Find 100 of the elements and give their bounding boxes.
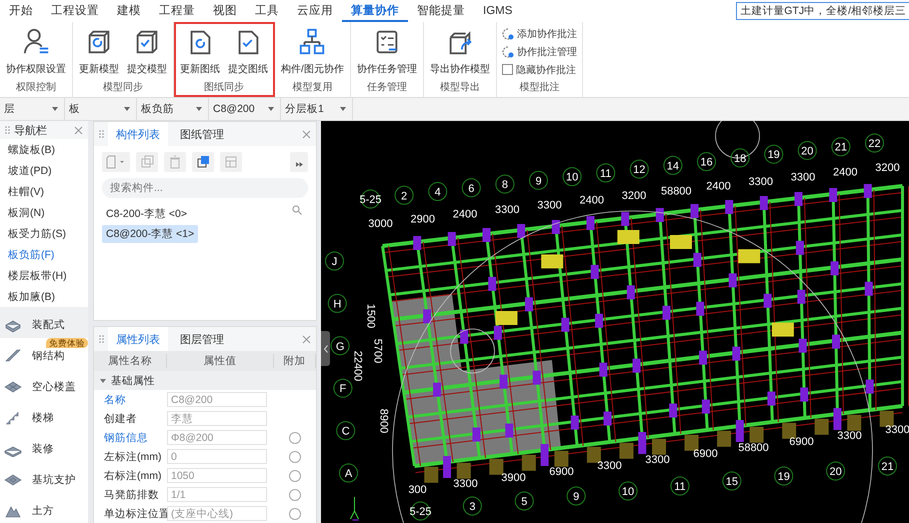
axis-label: G	[330, 336, 350, 356]
menu-tab[interactable]: 工具	[246, 0, 288, 22]
search-field[interactable]: 土建计量GTJ中，全楼/相邻楼层三	[736, 2, 909, 20]
menu-tab[interactable]: 开始	[0, 0, 42, 22]
property-name: 马凳筋排数	[103, 488, 160, 502]
menu-tab[interactable]: 视图	[204, 0, 246, 22]
axis-label: J	[325, 252, 344, 270]
menu-tab[interactable]: 工程设置	[42, 0, 108, 22]
nav-category[interactable]: 基坑支护	[0, 462, 88, 493]
comment-icon	[502, 46, 514, 58]
close-icon[interactable]	[302, 334, 311, 344]
more-button[interactable]	[290, 152, 308, 172]
panel-tab[interactable]: 图层管理	[172, 327, 232, 351]
dimension-label: 8900	[378, 408, 390, 434]
dropdown[interactable]: 层	[0, 98, 65, 120]
ribbon-button[interactable]: 更新模型	[76, 22, 122, 80]
dimension-label: 3200	[622, 190, 646, 202]
nav-category[interactable]: 空心楼盖	[0, 369, 88, 400]
attach-radio[interactable]	[289, 432, 301, 444]
axis-indicator-icon	[350, 496, 359, 520]
nav-item[interactable]: 楼层板带(H)	[0, 265, 88, 286]
axis-label: 5-25	[409, 502, 432, 520]
pit-icon	[4, 472, 22, 488]
property-name: 名称	[103, 392, 127, 406]
dropdown[interactable]: 板负筋	[137, 98, 209, 120]
nav-category[interactable]: 土方	[0, 493, 88, 523]
dimension-label: 2400	[833, 166, 858, 179]
ribbon-button[interactable]: 更新图纸	[177, 22, 223, 80]
axis-label: 21	[831, 137, 850, 156]
dimension-label: 5700	[372, 338, 384, 364]
ribbon-button[interactable]: 提交图纸	[225, 22, 271, 80]
panel-tab[interactable]: 构件列表	[108, 122, 168, 146]
menu-tab[interactable]: IGMS	[474, 0, 522, 22]
nav-item[interactable]: 坡道(PD)	[0, 160, 88, 181]
nav-item[interactable]: 板加腋(B)	[0, 286, 88, 307]
group-label: 基础属性	[111, 374, 155, 388]
caret-icon	[340, 107, 346, 111]
ribbon-button[interactable]: 协作权限设置	[3, 22, 69, 80]
new-button[interactable]	[102, 152, 130, 172]
ribbon-button[interactable]: 提交模型	[124, 22, 170, 80]
dropdown[interactable]: C8@200	[209, 98, 281, 120]
axis-label: 16	[697, 152, 716, 172]
collapse-handle[interactable]	[321, 331, 330, 366]
group-label: 模型导出	[438, 80, 481, 95]
axis-label: 19	[774, 466, 794, 486]
dropdown[interactable]: 分层板1	[281, 98, 353, 120]
dimension-label: 3300	[495, 204, 520, 216]
close-icon[interactable]	[74, 126, 83, 134]
menu-tab[interactable]: 工程量	[150, 0, 204, 22]
axis-label: 9	[529, 170, 548, 190]
attach-radio[interactable]	[289, 470, 301, 482]
dropdown[interactable]: 板	[65, 98, 137, 120]
copy-layer-button[interactable]	[192, 152, 214, 172]
menu-tab[interactable]: 智能提量	[408, 0, 474, 22]
component-item[interactable]: C8@200-李慧 <1>	[102, 225, 198, 243]
attach-radio[interactable]	[289, 450, 301, 462]
panel-tab[interactable]: 属性列表	[108, 327, 168, 351]
caret-icon	[268, 107, 274, 111]
dimension-label: 58800	[738, 442, 769, 454]
ribbon-button[interactable]: 添加协作批注	[500, 25, 579, 42]
copy-button[interactable]	[136, 152, 158, 172]
axis-label: 11	[670, 476, 690, 496]
component-item[interactable]: C8-200-李慧 <0>	[102, 205, 191, 223]
ribbon-button[interactable]: 构件/图元协作	[278, 22, 347, 80]
delete-button[interactable]	[164, 152, 186, 172]
ribbon-button[interactable]: 协作批注管理	[500, 43, 579, 60]
nav-item[interactable]: 柱帽(V)	[0, 181, 88, 202]
nav-category[interactable]: 装配式	[0, 307, 88, 338]
group-label: 模型批注	[518, 80, 560, 95]
trash-icon	[167, 155, 183, 169]
nav-category[interactable]: 装修	[0, 431, 88, 462]
ribbon-button[interactable]: 协作任务管理	[354, 22, 420, 80]
dimension-label: 3300	[837, 430, 862, 442]
menu-tab[interactable]: 建模	[108, 0, 150, 22]
menu-tab[interactable]: 云应用	[288, 0, 342, 22]
grid-slab-icon	[4, 379, 22, 395]
axis-label: H	[328, 294, 347, 313]
dimension-label: 2400	[706, 180, 731, 193]
nav-category[interactable]: 楼梯	[0, 400, 88, 431]
comment-icon	[502, 28, 514, 40]
double-chevron-icon	[296, 162, 302, 167]
dimension-label: 2400	[452, 208, 478, 221]
close-icon[interactable]	[302, 130, 311, 138]
dimension-label: 3300	[790, 171, 816, 184]
checkbox[interactable]: 隐藏协作批注	[500, 61, 579, 78]
layout-button[interactable]	[220, 152, 242, 172]
expand-icon[interactable]	[100, 378, 106, 384]
group-label: 图纸同步	[203, 80, 245, 95]
axis-label: 11	[596, 163, 616, 182]
attach-radio[interactable]	[289, 488, 301, 500]
nav-item[interactable]: 螺旋板(B)	[0, 139, 88, 160]
column-header: 属性名称	[94, 354, 167, 368]
nav-item[interactable]: 板负筋(F)	[0, 244, 88, 265]
search-field[interactable]: 搜索构件...	[102, 178, 308, 198]
nav-category[interactable]: 免费体验 钢结构	[0, 338, 88, 369]
nav-item[interactable]: 板洞(N)	[0, 202, 88, 223]
nav-item[interactable]: 板受力筋(S)	[0, 223, 88, 244]
ribbon-button[interactable]: 导出协作模型	[426, 22, 493, 80]
attach-radio[interactable]	[289, 508, 301, 520]
panel-tab[interactable]: 图纸管理	[172, 122, 232, 146]
